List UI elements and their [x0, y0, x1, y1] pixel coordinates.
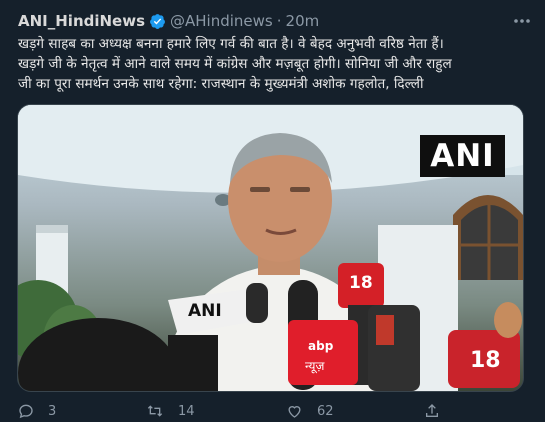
like-button[interactable]: 62 — [286, 403, 334, 419]
tweet-header: ANI_HindiNews @AHindinews · 20m — [18, 10, 535, 32]
tweet-timestamp[interactable]: 20m — [286, 12, 320, 30]
mic-label: 18 — [349, 273, 373, 293]
tweet-text-line: खड़गे जी के नेतृत्व में आने वाले समय में… — [18, 56, 452, 72]
more-options-icon[interactable] — [509, 10, 535, 32]
tweet-actions: 3 14 62 — [18, 402, 438, 420]
reply-icon — [19, 404, 33, 419]
tweet-text-line: जी का पूरा समर्थन उनके साथ रहेगा: राजस्थ… — [18, 76, 424, 92]
like-count: 62 — [317, 403, 334, 419]
tweet-text-line: खड़गे साहब का अध्यक्ष बनना हमारे लिए गर्… — [18, 36, 444, 52]
heart-icon — [288, 406, 301, 418]
mic-label: ANI — [188, 301, 222, 321]
verified-badge-icon — [149, 13, 166, 30]
tweet-media-photo[interactable]: ANI 18 abp न्यूज़ 18 ANI — [17, 104, 524, 392]
retweet-count: 14 — [178, 403, 195, 419]
author-display-name[interactable]: ANI_HindiNews — [18, 12, 145, 30]
reply-button[interactable]: 3 — [18, 403, 56, 419]
news18-microphone-icon-right: 18 — [448, 330, 520, 388]
share-icon — [426, 404, 438, 417]
author-handle[interactable]: @AHindinews — [170, 12, 273, 30]
retweet-button[interactable]: 14 — [146, 403, 195, 419]
separator-dot: · — [276, 12, 282, 30]
share-button[interactable] — [424, 403, 454, 419]
mic-label: न्यूज़ — [305, 359, 326, 374]
reply-count: 3 — [48, 403, 57, 419]
abp-microphone-icon: abp न्यूज़ — [288, 320, 358, 385]
ani-watermark: ANI — [420, 135, 505, 177]
mic-label: abp — [308, 339, 334, 353]
retweet-icon — [147, 405, 163, 417]
tweet-text: खड़गे साहब का अध्यक्ष बनना हमारे लिए गर्… — [18, 34, 528, 94]
mic-label: 18 — [470, 348, 501, 373]
